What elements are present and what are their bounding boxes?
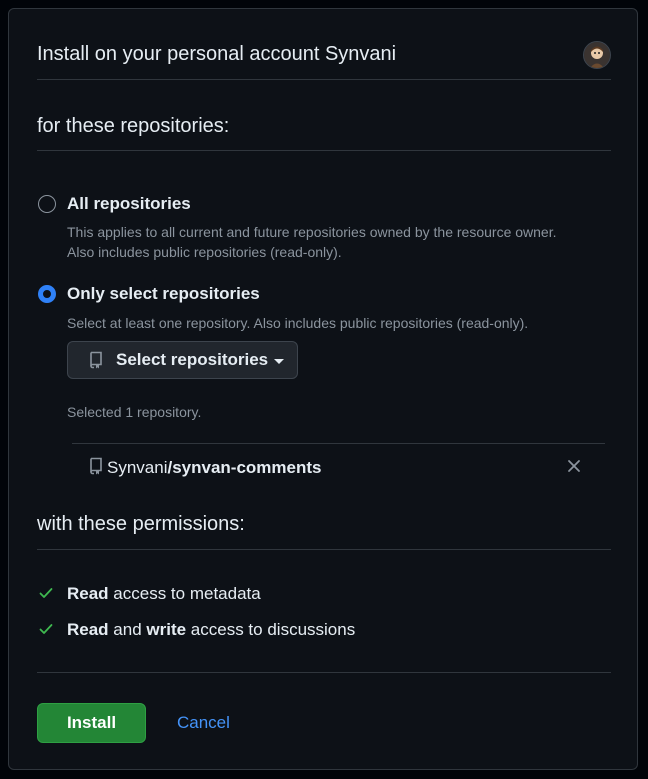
permission-bold: Read: [67, 584, 109, 603]
only-select-repositories-radio[interactable]: [38, 285, 56, 303]
all-repositories-description-line1: This applies to all current and future r…: [67, 224, 557, 240]
selected-repository-row: Synvani/synvan-comments: [72, 443, 605, 491]
user-avatar-icon[interactable]: [583, 41, 611, 69]
permission-bold: Read: [67, 620, 109, 639]
caret-down-icon: [274, 358, 285, 364]
cancel-link[interactable]: Cancel: [177, 713, 230, 733]
page-title: Install on your personal account Synvani: [37, 43, 397, 65]
repositories-section-title: for these repositories:: [37, 115, 230, 137]
repo-icon: [88, 351, 104, 369]
repository-full-name[interactable]: Synvani/synvan-comments: [107, 458, 322, 478]
check-icon: [39, 586, 53, 600]
selected-count-text: Selected 1 repository.: [67, 404, 202, 420]
only-select-repositories-description: Select at least one repository. Also inc…: [67, 315, 529, 331]
check-icon: [39, 622, 53, 636]
permissions-section-title: with these permissions:: [37, 513, 245, 535]
all-repositories-radio[interactable]: [38, 195, 56, 213]
all-repositories-description-line2: Also includes public repositories (read-…: [67, 244, 342, 260]
permission-text: access to metadata: [108, 584, 261, 603]
install-button[interactable]: Install: [37, 703, 146, 743]
header-divider: [37, 79, 611, 80]
select-repositories-label: Select repositories: [116, 350, 269, 369]
all-repositories-label[interactable]: All repositories: [67, 194, 191, 214]
remove-repository-close-icon[interactable]: [567, 459, 581, 473]
permission-text: and: [108, 620, 147, 639]
permission-bold: write: [146, 620, 187, 639]
install-card: Install on your personal account Synvani…: [8, 8, 638, 770]
select-repositories-button[interactable]: Select repositories: [67, 341, 298, 379]
repo-icon: [88, 457, 104, 475]
permission-item-discussions: Read and write access to discussions: [67, 620, 355, 640]
repository-owner: Synvani: [107, 458, 168, 477]
permissions-divider: [37, 549, 611, 550]
only-select-repositories-label[interactable]: Only select repositories: [67, 284, 260, 304]
permission-item-metadata: Read access to metadata: [67, 584, 261, 604]
actions-divider: [37, 672, 611, 673]
repository-name: synvan-comments: [172, 458, 322, 477]
permission-text: access to discussions: [186, 620, 356, 639]
all-repositories-description: This applies to all current and future r…: [67, 222, 557, 262]
repositories-divider: [37, 150, 611, 151]
